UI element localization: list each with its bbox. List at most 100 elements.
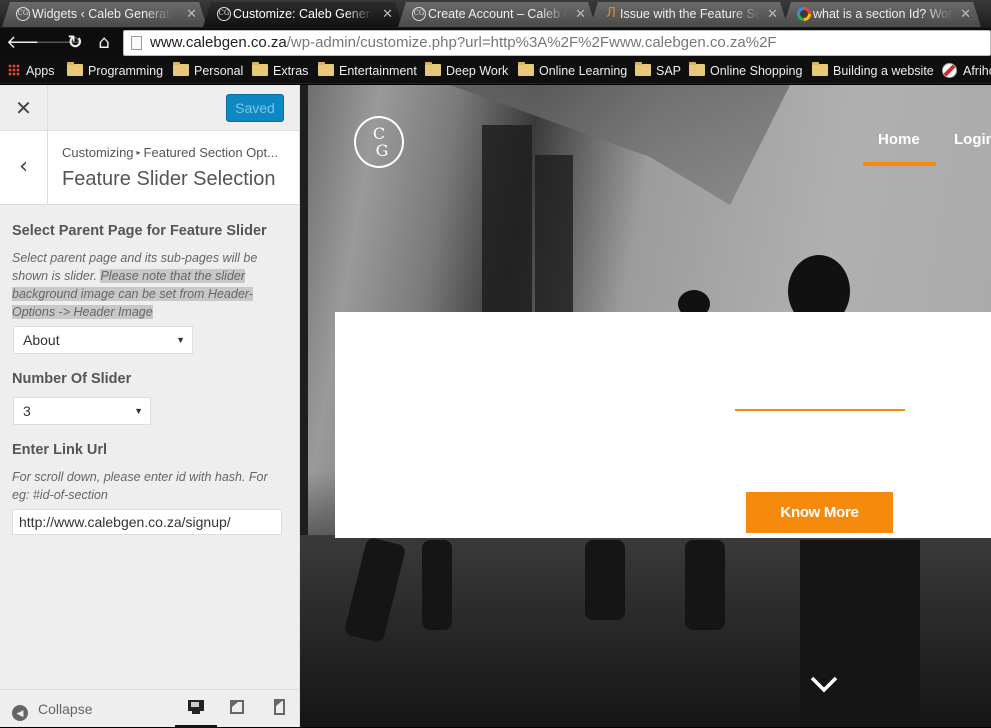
folder-icon [635, 62, 651, 76]
address-bar[interactable]: www.calebgen.co.za/wp-admin/customize.ph… [123, 30, 991, 56]
scroll-down-chevron-icon[interactable] [808, 671, 840, 697]
collapse-arrow-icon: ◀ [12, 705, 28, 721]
tab-title: what is a section Id? WordPress [813, 7, 953, 21]
home-icon[interactable]: ⌂ [93, 32, 115, 54]
close-tab-icon[interactable]: ✕ [186, 2, 197, 26]
site-preview: CG Home Login Know More [300, 85, 991, 727]
dropdown-caret-icon: ▼ [176, 335, 185, 345]
tablet-preview-icon[interactable] [230, 699, 246, 715]
reload-icon[interactable]: ↻ [64, 32, 86, 54]
bookmark-label: Online Learning [539, 64, 628, 78]
section-header: ‹ Customizing ▸ Featured Section Opt... Fe… [0, 131, 299, 205]
bookmark-deep-work[interactable]: Deep Work [425, 62, 508, 80]
site-favicon-icon: CG [217, 7, 231, 21]
tab-title: Widgets ‹ Caleb Generation [32, 7, 172, 21]
background-photo-figure [422, 540, 452, 630]
tab-feature-issue[interactable]: Л Issue with the Feature Section ✕ [590, 2, 788, 27]
link-url-description: For scroll down, please enter id with ha… [12, 470, 268, 502]
back-chevron-button[interactable]: ‹ [0, 131, 48, 204]
slider-title-underline [735, 409, 905, 411]
breadcrumb-section: Featured Section Opt... [143, 145, 278, 160]
bookmark-sap[interactable]: SAP [635, 62, 681, 80]
bookmark-label: Afrihost [963, 64, 991, 78]
browser-toolbar: 🡐 🡒 ↻ ⌂ www.calebgen.co.za/wp-admin/cust… [0, 28, 991, 58]
background-photo-figure [800, 540, 920, 727]
bookmark-extras[interactable]: Extras [252, 62, 308, 80]
bookmark-label: Online Shopping [710, 64, 803, 78]
folder-icon [425, 62, 441, 76]
bookmark-programming[interactable]: Programming [67, 62, 163, 80]
bookmark-online-shopping[interactable]: Online Shopping [689, 62, 802, 80]
folder-icon [252, 62, 268, 76]
url-host: www.calebgen.co.za [150, 34, 287, 51]
folder-icon [812, 62, 828, 76]
tab-customize[interactable]: CG Customize: Caleb Generation ✕ [203, 2, 403, 27]
bookmark-apps[interactable]: Apps [8, 62, 55, 80]
forward-arrow-icon[interactable]: 🡒 [35, 32, 83, 54]
page-icon [131, 36, 142, 50]
select-value: 3 [23, 403, 31, 419]
collapse-label: Collapse [38, 701, 93, 717]
folder-icon [689, 62, 705, 76]
collapse-button[interactable]: ◀ Collapse [12, 700, 92, 721]
google-favicon-icon [797, 7, 811, 21]
feature-slider-box: Know More [335, 312, 991, 538]
background-photo-column [535, 155, 573, 315]
customizer-header: ✕ Saved [0, 85, 299, 131]
background-photo-figure [585, 540, 625, 620]
link-url-input[interactable]: http://www.calebgen.co.za/signup/ [12, 509, 282, 535]
bookmark-label: Apps [26, 64, 55, 78]
address-url: www.calebgen.co.za/wp-admin/customize.ph… [150, 34, 777, 51]
close-tab-icon[interactable]: ✕ [382, 2, 393, 26]
tab-widgets[interactable]: CG Widgets ‹ Caleb Generation ✕ [2, 2, 207, 27]
bookmark-label: SAP [656, 64, 682, 78]
bookmark-label: Programming [88, 64, 164, 78]
tab-google-search[interactable]: what is a section Id? WordPress ✕ [783, 2, 981, 27]
parent-page-select[interactable]: About ▼ [13, 326, 193, 354]
customizer-footer: ◀ Collapse [0, 689, 299, 728]
save-button[interactable]: Saved [226, 94, 284, 122]
bookmark-building-website[interactable]: Building a website [812, 62, 934, 80]
active-nav-underline [863, 162, 936, 166]
bookmark-afrihost[interactable]: Afrihost [942, 62, 991, 80]
know-more-button[interactable]: Know More [746, 492, 893, 533]
slider-count-select[interactable]: 3 ▼ [13, 397, 151, 425]
parent-page-label: Select Parent Page for Feature Slider [12, 223, 267, 239]
browser-tab-strip: CG Widgets ‹ Caleb Generation ✕ CG Custo… [0, 0, 991, 28]
close-tab-icon[interactable]: ✕ [575, 2, 586, 26]
bookmark-personal[interactable]: Personal [173, 62, 243, 80]
accesspress-favicon-icon: Л [606, 6, 616, 21]
breadcrumb-root: Customizing [62, 145, 134, 160]
mobile-preview-icon[interactable] [273, 699, 289, 715]
bookmark-label: Entertainment [339, 64, 417, 78]
close-customizer-button[interactable]: ✕ [0, 85, 48, 131]
dropdown-caret-icon: ▼ [134, 406, 143, 416]
link-url-label: Enter Link Url [12, 442, 108, 458]
apps-grid-icon [8, 64, 20, 76]
close-tab-icon[interactable]: ✕ [960, 2, 971, 26]
bookmark-label: Building a website [833, 64, 934, 78]
background-photo-column [482, 125, 532, 315]
url-path: /wp-admin/customize.php?url=http%3A%2F%2… [286, 34, 777, 51]
close-tab-icon[interactable]: ✕ [767, 2, 778, 26]
select-value: About [23, 332, 60, 348]
site-nav-home[interactable]: Home [878, 131, 920, 148]
site-nav-login[interactable]: Login [954, 131, 991, 148]
tab-title: Issue with the Feature Section [620, 7, 760, 21]
tab-title: Create Account – Caleb Generation [428, 7, 561, 21]
site-favicon-icon: CG [16, 7, 30, 21]
bookmark-label: Extras [273, 64, 309, 78]
bookmark-entertainment[interactable]: Entertainment [318, 62, 417, 80]
back-arrow-icon[interactable]: 🡐 [6, 32, 54, 54]
tab-create-account[interactable]: CG Create Account – Caleb Generation ✕ [398, 2, 596, 27]
site-logo[interactable]: CG [354, 116, 404, 168]
bookmarks-bar: Apps Programming Personal Extras Enterta… [0, 58, 991, 84]
afrihost-icon [942, 63, 957, 78]
desktop-preview-icon[interactable] [188, 699, 204, 715]
folder-icon [173, 62, 189, 76]
customizer-sidebar: ✕ Saved ‹ Customizing ▸ Featured Section O… [0, 85, 300, 728]
bookmark-online-learning[interactable]: Online Learning [518, 62, 627, 80]
background-photo-figure [685, 540, 725, 630]
section-title: Feature Slider Selection [62, 168, 276, 190]
bookmark-label: Deep Work [446, 64, 509, 78]
